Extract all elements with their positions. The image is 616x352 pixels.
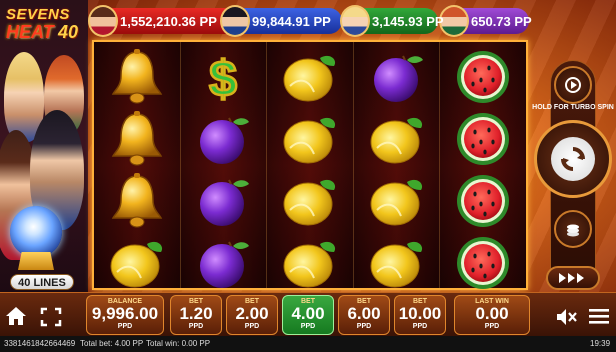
reel-5 (440, 42, 526, 289)
lines-badge: 40 LINES (10, 274, 74, 290)
jackpot-value: 3,145.93 PP (372, 13, 444, 29)
lemon-icon (366, 172, 428, 230)
bet-value: 2.00 (235, 304, 269, 323)
bet-option-4[interactable]: BET 6.00 PPD (338, 295, 390, 335)
reel-2: $ (180, 42, 268, 288)
bet-option-1[interactable]: BET 1.20 PPD (170, 295, 222, 335)
reels-grid: $ (92, 40, 528, 290)
lemon-icon (366, 110, 428, 168)
autoplay-button[interactable] (554, 66, 592, 104)
jackpot-4: 650.73 PP (439, 5, 532, 37)
svg-text:$: $ (209, 51, 237, 106)
sound-toggle-button[interactable] (555, 307, 579, 327)
home-icon (6, 307, 26, 325)
game-art-panel: SEVENS HEAT 40 40 LINES (0, 0, 88, 296)
home-button[interactable] (4, 305, 28, 327)
bet-option-5[interactable]: BET 10.00 PPD (394, 295, 446, 335)
lemon-icon (366, 234, 428, 292)
jackpot-avatar-icon (88, 5, 118, 37)
reel-1 (94, 42, 181, 288)
jackpot-3: 3,145.93 PP (340, 5, 444, 37)
status-bar: 3381461842664469 Total bet: 4.00 PP Tota… (0, 336, 616, 352)
plum-icon (366, 48, 428, 106)
quick-spin-button[interactable] (546, 266, 600, 290)
bet-value: 10.00 (398, 304, 442, 323)
spin-button-face (551, 137, 595, 181)
bell-icon (106, 48, 168, 106)
lemon-icon (279, 48, 341, 106)
session-id: 3381461842664469 (4, 339, 76, 348)
logo-line-3: 40 (58, 22, 79, 42)
jackpot-value: 1,552,210.36 PP (120, 13, 217, 29)
last-win-value: 0.00 (475, 304, 509, 323)
bet-unit: PPD (244, 323, 260, 330)
bet-option-2[interactable]: BET 2.00 PPD (226, 295, 278, 335)
coins-icon (567, 224, 579, 237)
fullscreen-button[interactable] (40, 307, 62, 327)
jackpot-avatar-icon (340, 5, 370, 37)
bet-unit: PPD (412, 323, 428, 330)
bet-value: 1.20 (179, 304, 213, 323)
watermelon-icon (452, 48, 514, 106)
menu-icon (589, 309, 609, 324)
last-win-unit: PPD (484, 323, 500, 330)
reel-4 (353, 42, 441, 288)
bet-unit: PPD (188, 323, 204, 330)
bet-option-3-selected[interactable]: BET 4.00 PPD (282, 295, 334, 335)
crystal-ball-icon (10, 206, 62, 258)
dollar-icon: $ (192, 48, 254, 109)
jackpot-value: 650.73 PP (471, 13, 532, 29)
jackpot-2: 99,844.91 PP (220, 5, 342, 37)
menu-button[interactable] (588, 307, 610, 325)
balance-box: BALANCE 9,996.00 PPD (86, 295, 164, 335)
clock-time: 19:39 (590, 339, 611, 348)
lemon-icon (279, 234, 341, 292)
logo-line-2: HEAT (6, 22, 54, 42)
bell-icon (106, 172, 168, 230)
crystal-ball-stand (18, 252, 54, 270)
autoplay-icon (565, 77, 581, 93)
game-stage: SEVENS HEAT 40 40 LINES 1,552,210.36 PP … (0, 0, 616, 352)
last-win-box: LAST WIN 0.00 PPD (454, 295, 530, 335)
lemon-icon (279, 172, 341, 230)
spin-controls: HOLD FOR TURBO SPIN (530, 60, 616, 296)
bet-value: 6.00 (347, 304, 381, 323)
spin-icon (561, 147, 585, 171)
bet-value: 4.00 (291, 304, 325, 323)
plum-icon (192, 110, 254, 168)
logo-line-1: SEVENS (6, 6, 70, 23)
jackpot-value: 99,844.91 PP (252, 13, 331, 29)
bet-unit: PPD (300, 323, 316, 330)
lemon-icon (106, 234, 168, 292)
plum-icon (192, 234, 254, 292)
bottom-bar: BALANCE 9,996.00 PPD BET 1.20 PPD BET 2.… (0, 292, 616, 336)
jackpot-avatar-icon (220, 5, 250, 37)
coins-button[interactable] (554, 210, 592, 248)
bell-icon (106, 110, 168, 168)
reel-3 (267, 42, 354, 288)
total-bet: Total bet: 4.00 PP (80, 339, 144, 348)
lemon-icon (279, 110, 341, 168)
game-logo: SEVENS HEAT 40 (2, 6, 86, 46)
watermelon-icon (452, 172, 514, 230)
plum-icon (192, 172, 254, 230)
watermelon-icon (452, 110, 514, 168)
fullscreen-icon (40, 307, 62, 327)
fast-forward-icon (559, 273, 584, 283)
total-win: Total win: 0.00 PP (146, 339, 211, 348)
balance-value: 9,996.00 (91, 304, 159, 323)
balance-unit: PPD (117, 323, 133, 330)
turbo-spin-hint: HOLD FOR TURBO SPIN (532, 104, 614, 111)
spin-button[interactable] (534, 120, 612, 198)
bet-unit: PPD (356, 323, 372, 330)
watermelon-icon (452, 234, 514, 292)
sound-muted-icon (557, 309, 577, 325)
